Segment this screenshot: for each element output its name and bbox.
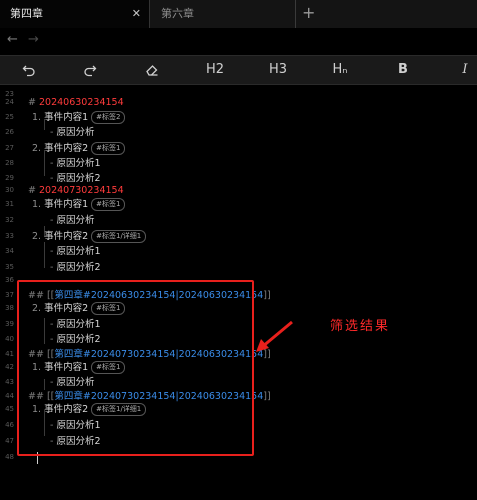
editor-line: 31 1. 事件内容1 #标签1 [0,197,477,212]
line-number: 25 [5,113,14,121]
editor-line: 34 - 原因分析1 [0,244,477,259]
editor-line: 24 # 20240630234154 [0,95,477,110]
item-text: 事件内容2 [44,143,89,154]
item-text: 原因分析2 [56,262,101,273]
tab-label: 第四章 [10,7,43,20]
tag-badge[interactable]: #标签1/详细1 [91,230,147,243]
annotation-label: 筛选结果 [330,319,391,334]
back-arrow-icon[interactable]: ← [7,32,18,47]
list-number: 2. [32,143,42,154]
item-text: 原因分析 [56,215,95,226]
bullet-dash: - [50,246,54,257]
line-number: 31 [5,200,14,208]
bullet-dash: - [50,127,54,138]
undo-icon [22,65,35,77]
list-item: 1. 事件内容1 #标签1 [32,197,126,212]
heading-text: 20240630234154 [39,97,124,108]
line-number: 30 [5,186,14,194]
link-bracket: ]] [263,391,271,402]
line-number: 26 [5,128,14,136]
line-number: 27 [5,144,14,152]
list-item: 2. 事件内容2 #标签1/详细1 [32,229,147,244]
line-number: 43 [5,378,14,386]
sub-item: - 原因分析1 [50,244,100,259]
tab-chapter-6[interactable]: 第六章 [151,0,296,28]
redo-icon [84,65,97,77]
highlight-box [17,280,254,456]
line-number: 33 [5,232,14,240]
eraser-icon [146,65,158,76]
line-number: 46 [5,421,14,429]
editor-line: 30 # 20240730234154 [0,183,477,198]
redo-button[interactable] [76,56,104,84]
list-number: 1. [32,199,42,210]
heading-text: 20240730234154 [39,185,124,196]
sub-item: - 原因分析 [50,213,94,228]
line-number: 24 [5,98,14,106]
line-number: 40 [5,335,14,343]
editor-line: 33 2. 事件内容2 #标签1/详细1 [0,229,477,244]
bullet-dash: - [50,158,54,169]
line-number: 39 [5,320,14,328]
editor-line: 26 - 原因分析 [0,125,477,140]
line-number: 34 [5,247,14,255]
line-number: 48 [5,453,14,461]
tab-bar: 第四章 ✕ 第六章 + [0,0,477,29]
item-text: 事件内容1 [44,112,89,123]
heading-n-button[interactable]: Hₙ [326,56,354,84]
item-text: 原因分析1 [56,246,101,257]
italic-button[interactable]: I [451,56,477,84]
link-bracket: ]] [263,290,271,301]
line-number: 47 [5,437,14,445]
line-number: 36 [5,276,14,284]
tag-badge[interactable]: #标签1 [91,198,126,211]
heading-3-button[interactable]: H3 [264,56,292,84]
format-toolbar: H2 H3 Hₙ B I [0,55,477,85]
tab-label: 第六章 [161,7,194,20]
tag-badge[interactable]: #标签1 [91,142,126,155]
clear-format-button[interactable] [138,56,166,84]
heading-marker: # [28,97,36,108]
close-icon[interactable]: ✕ [132,0,141,28]
list-number: 1. [32,112,42,123]
heading-line: # 20240630234154 [28,95,124,110]
list-item: 2. 事件内容2 #标签1 [32,141,126,156]
tag-badge[interactable]: #标签2 [91,111,126,124]
list-number: 2. [32,231,42,242]
line-number: 38 [5,304,14,312]
editor-line: 28 - 原因分析1 [0,156,477,171]
line-number: 45 [5,405,14,413]
annotation-arrow-icon [256,320,293,352]
line-number: 32 [5,216,14,224]
editor-line: 27 2. 事件内容2 #标签1 [0,141,477,156]
line-number: 42 [5,363,14,371]
heading-line: # 20240730234154 [28,183,124,198]
item-text: 事件内容2 [44,231,89,242]
forward-arrow-icon[interactable]: → [28,32,39,47]
new-tab-button[interactable]: + [302,4,315,22]
navigation-bar: ← → [0,28,477,54]
bold-button[interactable]: B [389,56,417,84]
tab-chapter-4[interactable]: 第四章 ✕ [0,0,150,28]
editor-line: 25 1. 事件内容1 #标签2 [0,110,477,125]
item-text: 原因分析1 [56,158,101,169]
item-text: 原因分析 [56,127,95,138]
list-item: 1. 事件内容1 #标签2 [32,110,126,125]
item-text: 事件内容1 [44,199,89,210]
undo-button[interactable] [15,56,43,84]
bullet-dash: - [50,215,54,226]
line-number: 28 [5,159,14,167]
editor-line: 32 - 原因分析 [0,213,477,228]
heading-2-button[interactable]: H2 [201,56,229,84]
heading-marker: # [28,185,36,196]
bullet-dash: - [50,262,54,273]
sub-item: - 原因分析1 [50,156,100,171]
sub-item: - 原因分析 [50,125,94,140]
